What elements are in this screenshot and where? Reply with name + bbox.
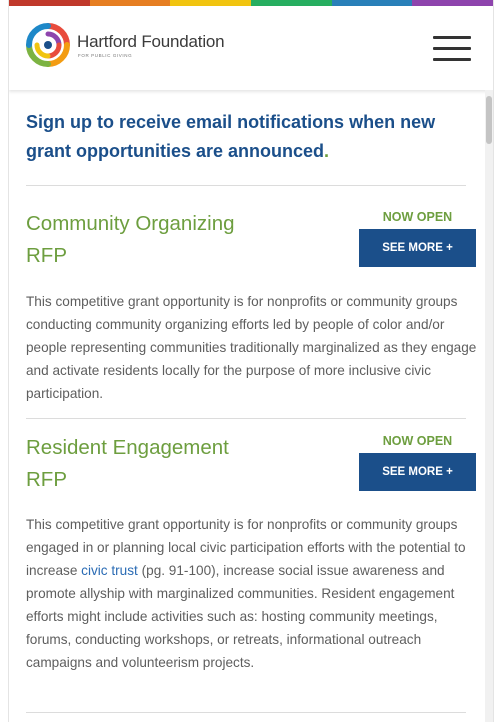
see-more-button[interactable]: SEE MORE + — [359, 453, 476, 491]
scrollbar[interactable] — [485, 90, 493, 722]
scrollbar-thumb[interactable] — [486, 96, 492, 144]
rfp-title-line1: Community Organizing — [26, 212, 235, 235]
spiral-logo-icon[interactable] — [25, 22, 71, 68]
divider — [26, 418, 466, 419]
civic-trust-link[interactable]: civic trust — [81, 563, 138, 578]
divider — [26, 712, 466, 713]
desc-text: (pg. 91-100), increase social issue awar… — [26, 563, 455, 670]
see-more-button[interactable]: SEE MORE + — [359, 229, 476, 267]
status-badge: NOW OPEN — [382, 210, 453, 224]
divider — [26, 185, 466, 186]
rfp-title[interactable]: Community Organizing RFP — [26, 208, 286, 272]
rfp-description: This competitive grant opportunity is fo… — [26, 294, 477, 401]
rfp-title-line2: RFP — [26, 244, 67, 267]
signup-link[interactable]: Sign up to receive email notifications w… — [26, 108, 466, 166]
hamburger-menu-icon[interactable] — [433, 36, 471, 62]
site-header: Hartford Foundation FOR PUBLIC GIVING — [9, 6, 493, 90]
rfp-title-line2: RFP — [26, 468, 67, 491]
logo-tagline: FOR PUBLIC GIVING — [78, 53, 133, 58]
rfp-title-line1: Resident Engagement — [26, 436, 229, 459]
rfp-title[interactable]: Resident Engagement RFP — [26, 432, 286, 496]
mobile-page: Hartford Foundation FOR PUBLIC GIVING Si… — [8, 0, 494, 722]
status-badge: NOW OPEN — [382, 434, 453, 448]
rfp-description: This competitive grant opportunity is fo… — [26, 513, 478, 674]
signup-text: Sign up to receive email notifications w… — [26, 112, 436, 161]
logo-name[interactable]: Hartford Foundation — [77, 32, 225, 52]
signup-period: . — [324, 141, 330, 161]
